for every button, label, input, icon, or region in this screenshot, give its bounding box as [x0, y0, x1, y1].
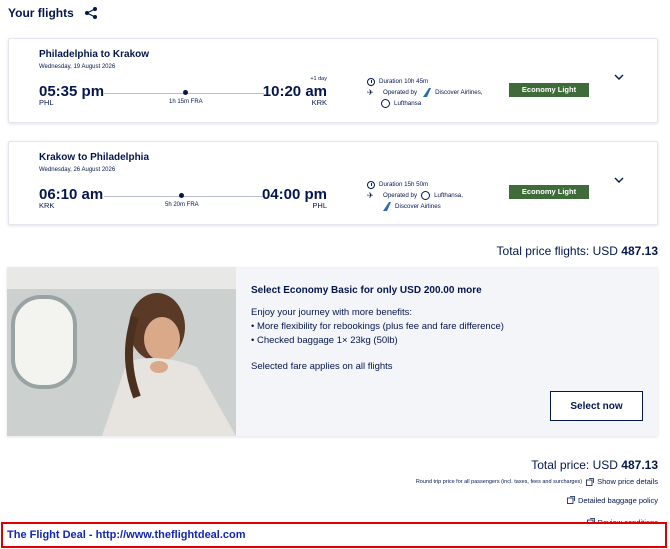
- currency: USD: [592, 458, 618, 472]
- total-price-flights: Total price flights: USD 487.13: [497, 244, 658, 258]
- plus-day-badge: +1 day: [310, 76, 327, 82]
- total-price-amount: 487.13: [621, 458, 658, 472]
- flight-card-return[interactable]: Krakow to Philadelphia Wednesday, 26 Aug…: [8, 141, 658, 225]
- stop-info: 1h 15m FRA: [169, 99, 203, 105]
- price-note: Round trip price for all passengers (inc…: [415, 478, 583, 485]
- chevron-down-icon[interactable]: [614, 175, 624, 185]
- show-price-details-link[interactable]: Show price details: [586, 477, 658, 486]
- select-now-button[interactable]: Select now: [550, 391, 643, 421]
- flight-route: Krakow to Philadelphia: [39, 152, 150, 163]
- traveler-photo: [7, 267, 236, 436]
- flight-path-line: [104, 196, 264, 197]
- share-icon[interactable]: [84, 6, 98, 20]
- departure-airport: KRK: [39, 201, 55, 210]
- baggage-link-row: Detailed baggage policy: [567, 491, 658, 509]
- flight-info: Duration 10h 45m ✈ Operated by Discover A…: [367, 76, 483, 109]
- lufthansa-logo-icon: [381, 99, 390, 108]
- photo-illustration: [7, 267, 236, 436]
- fare-badge[interactable]: Economy Light: [509, 83, 589, 97]
- flight-route: Philadelphia to Krakow: [39, 49, 150, 60]
- fare-badge[interactable]: Economy Light: [509, 185, 589, 199]
- total-flights-amount: 487.13: [621, 244, 658, 258]
- total-price: Total price: USD 487.13: [531, 458, 658, 472]
- page-header: Your flights: [8, 6, 98, 20]
- discover-tail-icon: [423, 88, 432, 97]
- total-price-label: Total price:: [531, 458, 590, 472]
- upsell-benefit: • Checked baggage 1× 23kg (50lb): [251, 335, 398, 346]
- airplane-icon: ✈: [367, 191, 374, 200]
- duration: Duration 15h 50m: [379, 181, 429, 188]
- price-note-row: Round trip price for all passengers (inc…: [416, 477, 658, 486]
- departure-airport: PHL: [39, 98, 54, 107]
- flight-info: Duration 15h 50m ✈ Operated by Lufthansa,…: [367, 179, 463, 212]
- external-link-icon: [567, 496, 575, 504]
- arrival-airport: KRK: [311, 98, 327, 107]
- discover-tail-icon: [383, 202, 391, 211]
- chevron-down-icon[interactable]: [614, 72, 624, 82]
- watermark-banner: The Flight Deal - http://www.theflightde…: [1, 522, 667, 548]
- stop-dot: [183, 90, 188, 95]
- total-flights-label: Total price flights:: [496, 244, 590, 258]
- airplane-icon: ✈: [367, 88, 374, 97]
- clock-icon: [367, 77, 375, 86]
- currency: USD: [592, 244, 618, 258]
- upsell-banner: Select Economy Basic for only USD 200.00…: [7, 267, 658, 436]
- carrier-name: Discover Airlines: [395, 203, 441, 210]
- carrier-name: Lufthansa: [394, 100, 422, 107]
- upsell-benefit: • More flexibility for rebookings (plus …: [251, 321, 504, 332]
- flight-date: Wednesday, 19 August 2026: [39, 64, 116, 70]
- operated-label: Operated by: [383, 192, 418, 199]
- carrier-name: Discover Airlines,: [435, 89, 483, 96]
- link-label: Detailed baggage policy: [577, 495, 658, 505]
- stop-dot: [179, 193, 184, 198]
- watermark-text: The Flight Deal - http://www.theflightde…: [7, 529, 246, 541]
- arrival-airport: PHL: [312, 201, 327, 210]
- lufthansa-logo-icon: [421, 191, 431, 200]
- clock-icon: [367, 180, 375, 189]
- duration: Duration 10h 45m: [379, 78, 429, 85]
- flight-date: Wednesday, 26 August 2026: [39, 167, 116, 173]
- upsell-intro: Enjoy your journey with more benefits:: [251, 307, 413, 318]
- flight-card-outbound[interactable]: Philadelphia to Krakow Wednesday, 19 Aug…: [8, 38, 658, 123]
- link-label: Show price details: [597, 477, 658, 486]
- external-link-icon: [586, 477, 595, 486]
- upsell-title: Select Economy Basic for only USD 200.00…: [251, 285, 482, 296]
- page-title: Your flights: [8, 6, 74, 20]
- stop-info: 5h 20m FRA: [165, 202, 199, 208]
- operated-label: Operated by: [383, 89, 418, 96]
- baggage-policy-link[interactable]: Detailed baggage policy: [567, 496, 658, 505]
- upsell-note: Selected fare applies on all flights: [251, 361, 393, 372]
- carrier-name: Lufthansa,: [434, 192, 463, 199]
